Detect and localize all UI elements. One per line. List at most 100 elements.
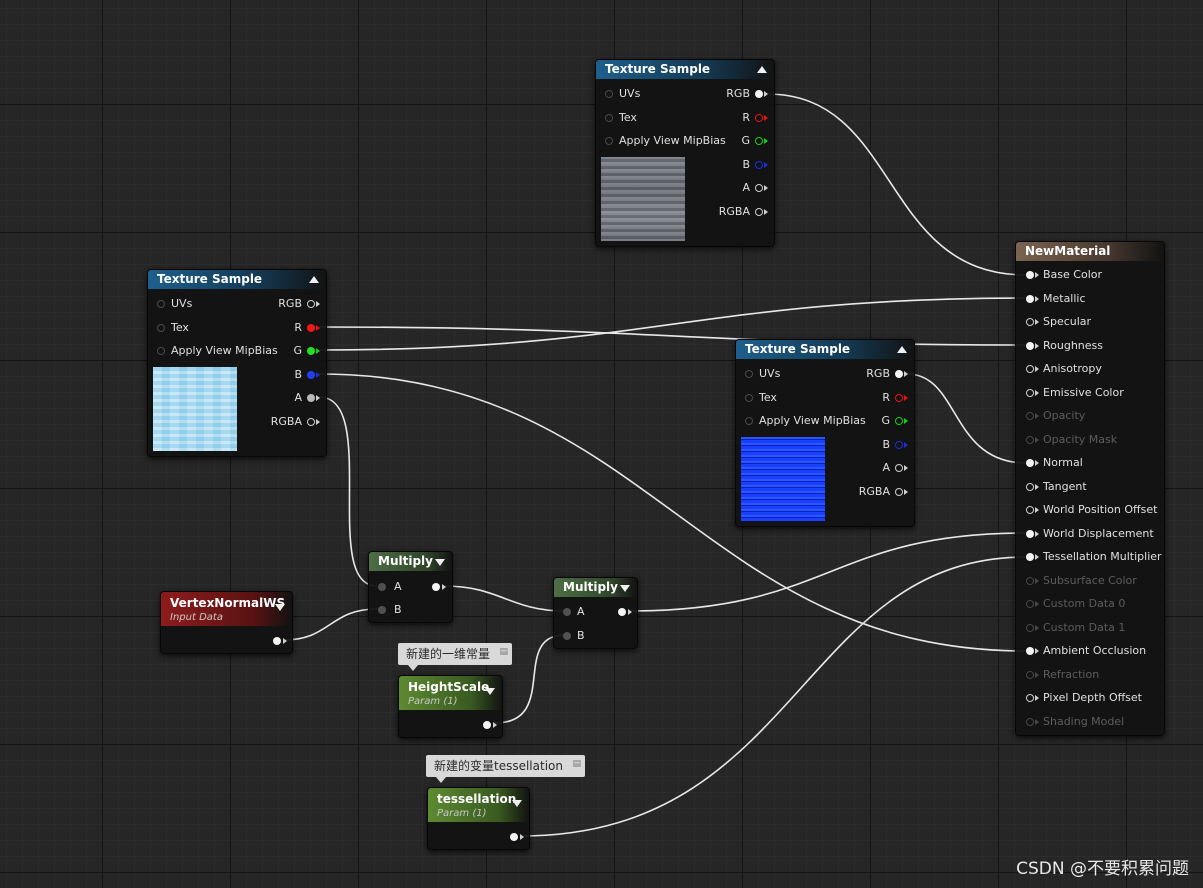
material-input-pin[interactable]: [1026, 647, 1034, 655]
output-pin[interactable]: [273, 637, 281, 645]
pin-arrow-icon: [442, 584, 446, 590]
tex-input-pin[interactable]: [605, 114, 613, 122]
rgb-output-pin[interactable]: [307, 300, 315, 308]
vertex-normal-ws-node[interactable]: VertexNormalWS Input Data: [160, 591, 293, 654]
a-output-pin[interactable]: [307, 394, 315, 402]
material-input-pin[interactable]: [1026, 482, 1034, 491]
tex-input-label: Tex: [759, 391, 777, 404]
node-header[interactable]: Texture Sample: [596, 60, 774, 79]
rgba-output-pin[interactable]: [755, 208, 763, 216]
g-output-pin[interactable]: [755, 137, 763, 145]
r-output-pin[interactable]: [307, 324, 315, 332]
output-pin[interactable]: [483, 721, 491, 729]
b-output-pin[interactable]: [307, 371, 315, 379]
material-input-pin[interactable]: [1026, 576, 1034, 585]
tex-input-label: Tex: [619, 111, 637, 124]
pin-arrow-icon: [904, 442, 908, 448]
b-input-pin[interactable]: [378, 606, 386, 614]
a-output-pin[interactable]: [755, 184, 763, 192]
node-header[interactable]: HeightScale Param (1): [399, 676, 502, 710]
tessellation-comment[interactable]: 新建的变量tessellation ▤: [426, 755, 585, 783]
material-result-node[interactable]: NewMaterial Base Color Metallic Specular Ro…: [1015, 241, 1165, 736]
material-input-label: World Displacement: [1043, 526, 1154, 540]
g-output-pin[interactable]: [307, 347, 315, 355]
r-output-pin[interactable]: [895, 394, 903, 402]
collapse-arrow-icon[interactable]: [512, 800, 522, 807]
node-header[interactable]: Texture Sample: [148, 270, 326, 289]
texture-sample-node-middle[interactable]: Texture Sample UVs Tex Apply View MipBia…: [735, 339, 915, 527]
pin-arrow-icon: [904, 465, 908, 471]
material-input-pin[interactable]: [1026, 435, 1034, 444]
uvs-input-pin[interactable]: [605, 90, 613, 98]
collapse-arrow-icon[interactable]: [275, 604, 285, 611]
mipbias-input-pin[interactable]: [605, 137, 613, 145]
node-header[interactable]: Texture Sample: [736, 340, 914, 359]
tex-input-pin[interactable]: [157, 324, 165, 332]
collapse-arrow-icon[interactable]: [309, 276, 319, 283]
mipbias-input-pin[interactable]: [157, 347, 165, 355]
output-pin[interactable]: [618, 608, 626, 616]
b-output-pin[interactable]: [755, 161, 763, 169]
rgb-output-pin[interactable]: [755, 90, 763, 98]
a-output-pin[interactable]: [895, 464, 903, 472]
material-input-pin[interactable]: [1026, 670, 1034, 679]
material-input-pin[interactable]: [1026, 459, 1034, 467]
collapse-arrow-icon[interactable]: [620, 585, 630, 592]
uvs-input-pin[interactable]: [157, 300, 165, 308]
multiply-node-2[interactable]: Multiply A B: [553, 577, 638, 649]
rgb-output-pin[interactable]: [895, 370, 903, 378]
b-output-pin[interactable]: [895, 441, 903, 449]
material-input-pin[interactable]: [1026, 271, 1034, 279]
material-input-pin[interactable]: [1026, 388, 1034, 397]
pin-arrow-icon: [904, 418, 908, 424]
a-input-pin[interactable]: [563, 608, 571, 616]
pin-arrow-icon: [1035, 624, 1039, 631]
collapse-arrow-icon[interactable]: [435, 559, 445, 566]
tex-input-pin[interactable]: [745, 394, 753, 402]
material-input-pin[interactable]: [1026, 318, 1034, 326]
pin-arrow-icon: [764, 185, 768, 191]
tessellation-node[interactable]: tessellation Param (1): [427, 787, 530, 850]
material-input-pin[interactable]: [1026, 623, 1034, 632]
material-input-pin[interactable]: [1026, 694, 1034, 702]
collapse-arrow-icon[interactable]: [897, 346, 907, 353]
material-input-pin[interactable]: [1026, 365, 1034, 373]
height-scale-comment[interactable]: 新建的一维常量 ▤: [398, 643, 513, 671]
material-input-pin[interactable]: [1026, 294, 1034, 303]
node-header[interactable]: Multiply: [554, 578, 637, 597]
g-output-pin[interactable]: [895, 417, 903, 425]
rgba-output-pin[interactable]: [307, 418, 315, 426]
node-header[interactable]: Multiply: [369, 552, 452, 571]
material-input-pin[interactable]: [1026, 412, 1034, 420]
mipbias-input-pin[interactable]: [745, 417, 753, 425]
pin-arrow-icon: [764, 115, 768, 121]
collapse-arrow-icon[interactable]: [757, 66, 767, 73]
b-input-pin[interactable]: [563, 632, 571, 640]
material-input-pin[interactable]: [1026, 717, 1034, 726]
rgba-output-pin[interactable]: [895, 488, 903, 496]
material-input-pin[interactable]: [1026, 600, 1034, 608]
multiply-node-1[interactable]: Multiply A B: [368, 551, 453, 623]
pin-arrow-icon: [1035, 718, 1039, 725]
r-output-pin[interactable]: [755, 114, 763, 122]
pin-arrow-icon: [316, 325, 320, 331]
material-input-pin[interactable]: [1026, 553, 1034, 561]
comment-pin-icon[interactable]: ▤: [500, 647, 509, 657]
material-input-pin[interactable]: [1026, 506, 1034, 514]
collapse-arrow-icon[interactable]: [485, 688, 495, 695]
material-input-pin[interactable]: [1026, 341, 1034, 350]
output-pin[interactable]: [510, 833, 518, 841]
pin-arrow-icon: [283, 638, 287, 644]
node-header[interactable]: NewMaterial: [1016, 242, 1164, 261]
texture-sample-node-top[interactable]: Texture Sample UVs Tex Apply View MipBia…: [595, 59, 775, 247]
mipbias-input-label: Apply View MipBias: [171, 344, 278, 357]
a-input-pin[interactable]: [378, 583, 386, 591]
uvs-input-pin[interactable]: [745, 370, 753, 378]
node-header[interactable]: tessellation Param (1): [428, 788, 529, 822]
output-pin[interactable]: [432, 583, 440, 591]
texture-sample-node-left[interactable]: Texture Sample UVs Tex Apply View MipBia…: [147, 269, 327, 457]
comment-pin-icon[interactable]: ▤: [572, 759, 581, 769]
node-header[interactable]: VertexNormalWS Input Data: [161, 592, 292, 626]
height-scale-node[interactable]: HeightScale Param (1): [398, 675, 503, 738]
material-input-pin[interactable]: [1026, 529, 1034, 538]
